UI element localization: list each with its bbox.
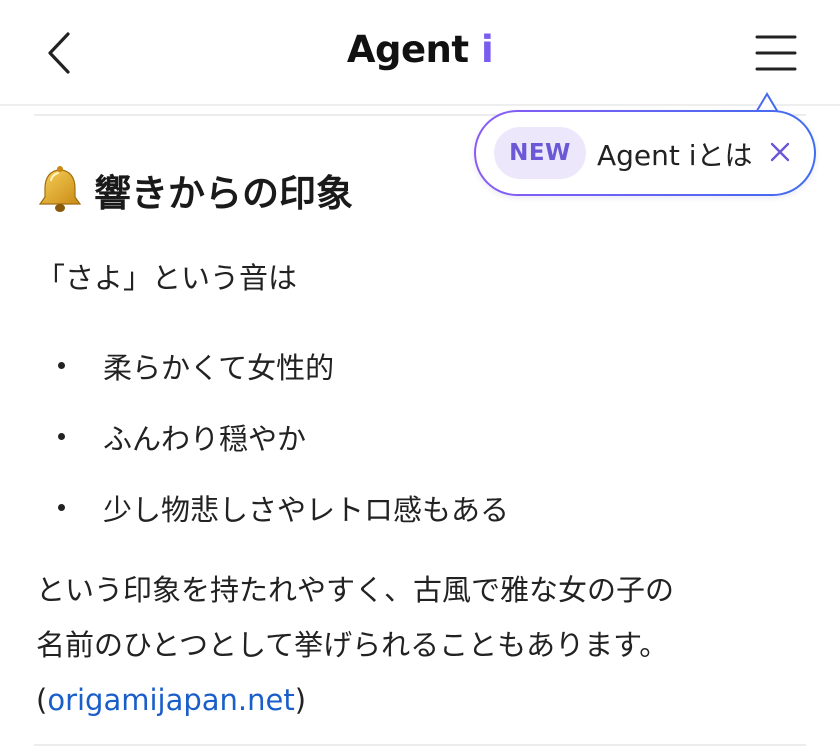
list-item-text: 少し物悲しさやレトロ感もある [103,492,510,527]
list-item: 少し物悲しさやレトロ感もある [58,472,509,543]
new-badge: NEW [494,127,586,179]
bullet-dot [58,433,65,440]
list-item-text: 柔らかくて女性的 [103,350,335,385]
bullet-dot [58,362,65,369]
source-link[interactable]: origamijapan.net [47,683,294,717]
tooltip-inner: NEW Agent iとは [476,112,814,194]
app-title: Agent i [0,28,840,71]
divider-bottom [34,744,806,746]
list-item: 柔らかくて女性的 [58,330,509,401]
list-item-text: ふんわり穏やか [103,421,307,456]
close-icon[interactable] [766,138,794,166]
bell-icon [38,166,82,212]
body-paragraph: という印象を持たれやすく、古風で雅な女の子の 名前のひとつとして挙げられることも… [36,563,816,728]
agent-tooltip: NEW Agent iとは [474,92,816,200]
tooltip-bubble[interactable]: NEW Agent iとは [474,110,816,196]
section-heading-text: 響きからの印象 [94,172,353,215]
source-open-paren: ( [36,683,48,717]
list-item: ふんわり穏やか [58,401,509,472]
intro-text: 「さよ」という音は [36,261,298,295]
paragraph-line-2: 名前のひとつとして挙げられることもあります。 [36,628,669,662]
source-citation: (origamijapan.net) [36,673,816,728]
app-title-main: Agent [346,28,481,71]
source-close-paren: ) [294,683,307,717]
section-heading: 響きからの印象 [34,163,353,217]
app-header: Agent i [0,0,840,106]
bullet-dot [58,504,65,511]
hamburger-menu-icon[interactable] [754,32,798,74]
app-title-accent: i [480,28,494,71]
tooltip-text[interactable]: Agent iとは [597,134,753,174]
paragraph-line-1: という印象を持たれやすく、古風で雅な女の子の [36,573,675,607]
impression-list: 柔らかくて女性的 ふんわり穏やか 少し物悲しさやレトロ感もある [58,330,509,543]
